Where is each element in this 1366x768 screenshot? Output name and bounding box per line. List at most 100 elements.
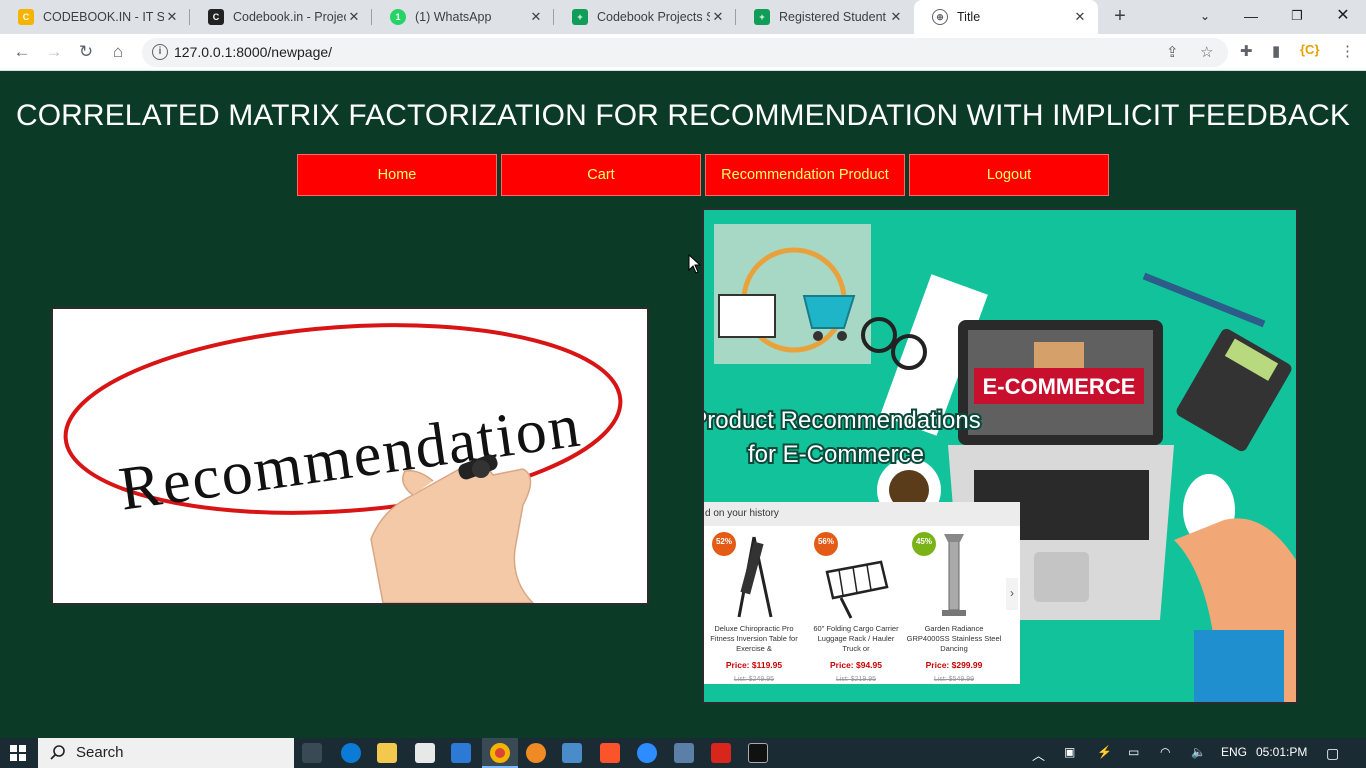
taskbar-search-box[interactable]: Search [38, 738, 294, 768]
search-app-icon[interactable] [526, 743, 546, 763]
whatsapp-favicon-icon: 1 [390, 9, 406, 25]
nav-recommendation-product-button[interactable]: Recommendation Product [705, 154, 905, 196]
close-tab-icon[interactable]: ✕ [888, 9, 904, 25]
nav-home-button[interactable]: Home [297, 154, 497, 196]
page-content: CORRELATED MATRIX FACTORIZATION FOR RECO… [0, 71, 1366, 738]
close-tab-icon[interactable]: ✕ [1072, 9, 1088, 25]
share-icon[interactable]: ⇪ [1166, 43, 1179, 61]
remote-desktop-icon[interactable] [674, 743, 694, 763]
site-info-icon[interactable]: i [152, 44, 168, 60]
brave-icon[interactable] [600, 743, 620, 763]
tab-title: (1) WhatsApp [415, 10, 492, 24]
product-list-price: List: $549.99 [933, 676, 975, 683]
product-name: 60" Folding Cargo Carrier Luggage Rack /… [813, 624, 899, 653]
product-price: Price: $94.95 [830, 660, 882, 670]
minimize-button[interactable]: — [1228, 0, 1274, 34]
tab-codebook-project[interactable]: C Codebook.in - Project ✕ [190, 0, 372, 34]
reload-button[interactable]: ↻ [74, 41, 98, 65]
windows-taskbar: Search ︿ ▣ ⚡ ▭ ◠ 🔈 ENG 05:01:PM ▢ [0, 738, 1366, 768]
sheets-favicon-icon: + [754, 9, 770, 25]
zoom-icon[interactable] [637, 743, 657, 763]
tab-title: Title [957, 10, 981, 24]
carousel-next-icon: › [1006, 578, 1018, 610]
mouse-cursor-icon [688, 254, 702, 274]
product-price: Price: $119.95 [725, 660, 783, 670]
wifi-icon[interactable]: ◠ [1160, 745, 1170, 759]
command-prompt-icon[interactable] [748, 743, 768, 763]
battery-icon[interactable]: ▭ [1128, 745, 1139, 759]
recommendation-illustration: Recommendation [63, 323, 623, 603]
close-tab-icon[interactable]: ✕ [164, 9, 180, 25]
close-window-button[interactable]: ✕ [1320, 0, 1366, 34]
chrome-taskbar-active[interactable] [482, 738, 518, 768]
address-bar[interactable]: i 127.0.0.1:8000/newpage/ ⇪ ☆ [142, 38, 1228, 67]
tab-title-active[interactable]: ⊕ Title ✕ [914, 0, 1098, 34]
notifications-icon[interactable]: ▢ [1326, 745, 1339, 762]
tab-codebook-it[interactable]: C CODEBOOK.IN - IT SEI ✕ [0, 0, 190, 34]
search-placeholder: Search [76, 744, 124, 761]
volume-icon[interactable]: 🔈 [1191, 745, 1206, 759]
discount-badge: 45% [912, 532, 936, 556]
codebook-favicon-icon: C [208, 9, 224, 25]
store-icon[interactable] [415, 743, 435, 763]
tray-chevron-icon[interactable]: ︿ [1032, 745, 1045, 764]
home-button[interactable]: ⌂ [106, 41, 130, 65]
tab-codebook-sheets[interactable]: + Codebook Projects Sta ✕ [554, 0, 736, 34]
restore-button[interactable]: ❐ [1274, 0, 1320, 34]
recommendation-image: Recommendation [51, 307, 649, 605]
sheets-favicon-icon: + [572, 9, 588, 25]
close-tab-icon[interactable]: ✕ [346, 9, 362, 25]
patio-heater-image [942, 534, 966, 616]
product-card: 56% 60" Folding Cargo Carrier Luggage Ra… [808, 532, 904, 683]
product-name: Deluxe Chiropractic Pro Fitness Inversio… [710, 624, 798, 653]
back-button[interactable]: ← [10, 41, 34, 65]
for-ecommerce-subtitle: for E-Commerce [748, 441, 924, 468]
extensions-icon[interactable]: ✚ [1240, 42, 1253, 60]
language-indicator[interactable]: ENG [1221, 745, 1247, 759]
tab-title: CODEBOOK.IN - IT SEI [43, 10, 164, 24]
vscode-icon[interactable] [451, 743, 471, 763]
globe-favicon-icon: ⊕ [932, 9, 948, 25]
forward-button[interactable]: → [42, 41, 66, 65]
pc-icon[interactable] [562, 743, 582, 763]
chrome-icon [490, 743, 510, 763]
inversion-table-image [737, 536, 773, 618]
bookmark-star-icon[interactable]: ☆ [1200, 43, 1213, 61]
close-tab-icon[interactable]: ✕ [528, 9, 544, 25]
discount-badge: 56% [814, 532, 838, 556]
tab-title: Codebook.in - Project [233, 10, 346, 24]
file-explorer-icon[interactable] [377, 743, 397, 763]
close-tab-icon[interactable]: ✕ [710, 9, 726, 25]
codebook-extension-icon[interactable]: {C} [1300, 42, 1320, 57]
task-view-icon[interactable] [302, 743, 322, 763]
menu-icon[interactable]: ⋮ [1340, 42, 1355, 60]
search-icon [50, 745, 65, 760]
codebook-favicon-icon: C [18, 9, 34, 25]
product-price: Price: $299.99 [925, 660, 983, 670]
edge-icon[interactable] [341, 743, 361, 763]
panel-header: d on your history [704, 502, 1020, 526]
side-panel-icon[interactable]: ▮ [1272, 42, 1280, 60]
product-list-price: List: $249.95 [733, 676, 775, 683]
windows-start-icon[interactable] [10, 745, 26, 761]
tab-title: Registered Student De [779, 10, 888, 24]
discount-badge: 52% [712, 532, 736, 556]
power-icon[interactable]: ⚡ [1097, 745, 1112, 759]
page-title: CORRELATED MATRIX FACTORIZATION FOR RECO… [15, 99, 1351, 132]
tab-registered-student[interactable]: + Registered Student De ✕ [736, 0, 914, 34]
product-recommendations-title: Product Recommendations [704, 407, 981, 434]
meet-now-icon[interactable]: ▣ [1064, 745, 1075, 759]
new-tab-button[interactable]: + [1108, 5, 1132, 29]
clock[interactable]: 05:01:PM [1256, 745, 1307, 759]
tab-search-button[interactable]: ⌄ [1182, 0, 1228, 34]
tab-strip: C CODEBOOK.IN - IT SEI ✕ C Codebook.in -… [0, 0, 1366, 34]
main-nav: Home Cart Recommendation Product Logout [297, 154, 1109, 196]
pdf-reader-icon[interactable] [711, 743, 731, 763]
product-card: 52% Deluxe Chiropractic Pro Fitness Inve… [706, 532, 802, 683]
tab-whatsapp[interactable]: 1 (1) WhatsApp ✕ [372, 0, 554, 34]
url-text[interactable]: 127.0.0.1:8000/newpage/ [174, 44, 332, 60]
browser-toolbar: ← → ↻ ⌂ i 127.0.0.1:8000/newpage/ ⇪ ☆ ✚ … [0, 34, 1366, 71]
nav-logout-button[interactable]: Logout [909, 154, 1109, 196]
laptop-ecommerce-text: E-COMMERCE [983, 374, 1136, 399]
nav-cart-button[interactable]: Cart [501, 154, 701, 196]
